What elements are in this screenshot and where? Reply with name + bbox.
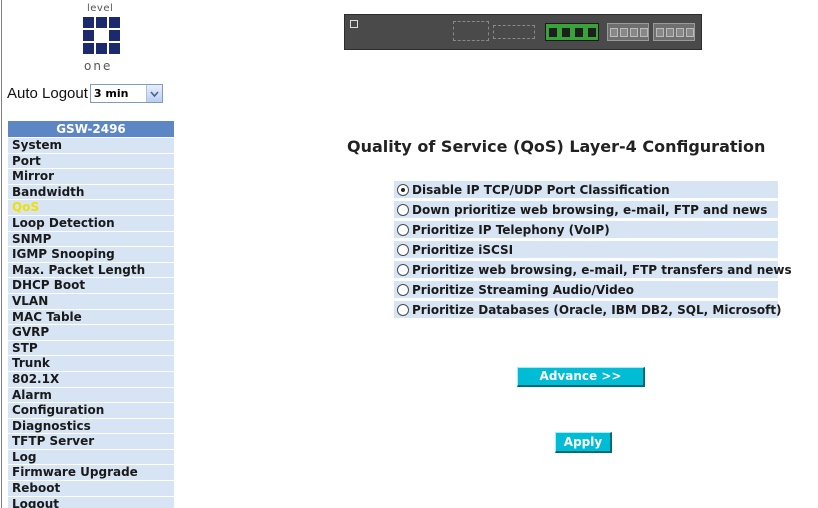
radio-button[interactable] — [397, 243, 409, 256]
sidebar-item-alarm[interactable]: Alarm — [8, 387, 174, 404]
page-title: Quality of Service (QoS) Layer-4 Configu… — [347, 137, 766, 156]
radio-button[interactable] — [397, 223, 409, 236]
sidebar-item-max-packet-length[interactable]: Max. Packet Length — [8, 262, 174, 279]
option-row[interactable]: Prioritize web browsing, e-mail, FTP tra… — [394, 261, 792, 281]
option-label: Prioritize Databases (Oracle, IBM DB2, S… — [412, 302, 782, 317]
sidebar-item-vlan[interactable]: VLAN — [8, 293, 174, 310]
sidebar-item-igmp-snooping[interactable]: IGMP Snooping — [8, 247, 174, 263]
sidebar-item-qos[interactable]: QoS — [8, 200, 174, 216]
auto-logout: Auto Logout 3 min — [7, 84, 163, 103]
qos-options-list: Disable IP TCP/UDP Port Classification D… — [394, 181, 792, 321]
sidebar-item-log[interactable]: Log — [8, 449, 174, 466]
sidebar-item-system[interactable]: System — [8, 138, 174, 154]
auto-logout-select[interactable]: 3 min — [89, 84, 163, 103]
auto-logout-label: Auto Logout — [7, 85, 88, 102]
radio-button[interactable] — [397, 263, 409, 276]
device-port-block — [653, 23, 695, 41]
advance-button[interactable]: Advance >> — [517, 367, 645, 387]
switch-front-panel-image — [344, 14, 702, 50]
option-row[interactable]: Down prioritize web browsing, e-mail, FT… — [394, 201, 778, 221]
radio-button[interactable] — [397, 183, 409, 196]
device-led-panel — [453, 21, 489, 41]
option-row[interactable]: Prioritize Streaming Audio/Video — [394, 281, 778, 301]
device-logo-icon — [350, 20, 358, 28]
sidebar-item-loop-detection[interactable]: Loop Detection — [8, 215, 174, 232]
option-label: Down prioritize web browsing, e-mail, FT… — [412, 202, 768, 217]
left-divider — [1, 0, 2, 508]
sidebar-item-configuration[interactable]: Configuration — [8, 403, 174, 419]
radio-button[interactable] — [397, 303, 409, 316]
sidebar-item-stp[interactable]: STP — [8, 340, 174, 357]
option-row[interactable]: Prioritize Databases (Oracle, IBM DB2, S… — [394, 301, 782, 321]
option-row[interactable]: Prioritize IP Telephony (VoIP) — [394, 221, 778, 241]
logo-top-text: level — [87, 3, 114, 14]
apply-button[interactable]: Apply — [555, 432, 612, 453]
levelone-logo: level one — [80, 3, 126, 75]
menu-items: System Port Mirror Bandwidth QoS Loop De… — [8, 138, 174, 508]
sidebar-item-logout[interactable]: Logout — [8, 496, 174, 508]
sidebar-item-gvrp[interactable]: GVRP — [8, 325, 174, 341]
auto-logout-value: 3 min — [93, 87, 129, 100]
sidebar-item-mirror[interactable]: Mirror — [8, 169, 174, 185]
chevron-down-icon[interactable] — [145, 85, 162, 102]
sidebar-item-mac-table[interactable]: MAC Table — [8, 309, 174, 326]
sidebar-item-8021x[interactable]: 802.1X — [8, 371, 174, 388]
logo-bottom-text: one — [84, 59, 113, 73]
device-port-block — [607, 23, 649, 41]
sidebar-item-dhcp-boot[interactable]: DHCP Boot — [8, 278, 174, 294]
option-label: Prioritize IP Telephony (VoIP) — [412, 222, 610, 237]
radio-button[interactable] — [397, 283, 409, 296]
sidebar-item-reboot[interactable]: Reboot — [8, 481, 174, 497]
sidebar-item-snmp[interactable]: SNMP — [8, 231, 174, 248]
sidebar-item-firmware-upgrade[interactable]: Firmware Upgrade — [8, 465, 174, 482]
sidebar-item-trunk[interactable]: Trunk — [8, 356, 174, 372]
option-row[interactable]: Disable IP TCP/UDP Port Classification — [394, 181, 778, 201]
option-label: Disable IP TCP/UDP Port Classification — [412, 182, 670, 197]
sidebar-menu: GSW-2496 System Port Mirror Bandwidth Qo… — [8, 121, 174, 508]
option-label: Prioritize Streaming Audio/Video — [412, 282, 635, 297]
option-label: Prioritize iSCSI — [412, 242, 514, 257]
sidebar-item-port[interactable]: Port — [8, 153, 174, 170]
sidebar-item-bandwidth[interactable]: Bandwidth — [8, 184, 174, 201]
sidebar-item-diagnostics[interactable]: Diagnostics — [8, 418, 174, 435]
menu-title: GSW-2496 — [8, 121, 174, 138]
radio-button[interactable] — [397, 203, 409, 216]
option-label: Prioritize web browsing, e-mail, FTP tra… — [412, 262, 792, 277]
logo-grid-icon — [83, 17, 121, 57]
sidebar-item-tftp-server[interactable]: TFTP Server — [8, 434, 174, 450]
option-row[interactable]: Prioritize iSCSI — [394, 241, 778, 261]
device-led-panel-secondary — [493, 25, 535, 39]
device-port-block — [545, 23, 599, 41]
